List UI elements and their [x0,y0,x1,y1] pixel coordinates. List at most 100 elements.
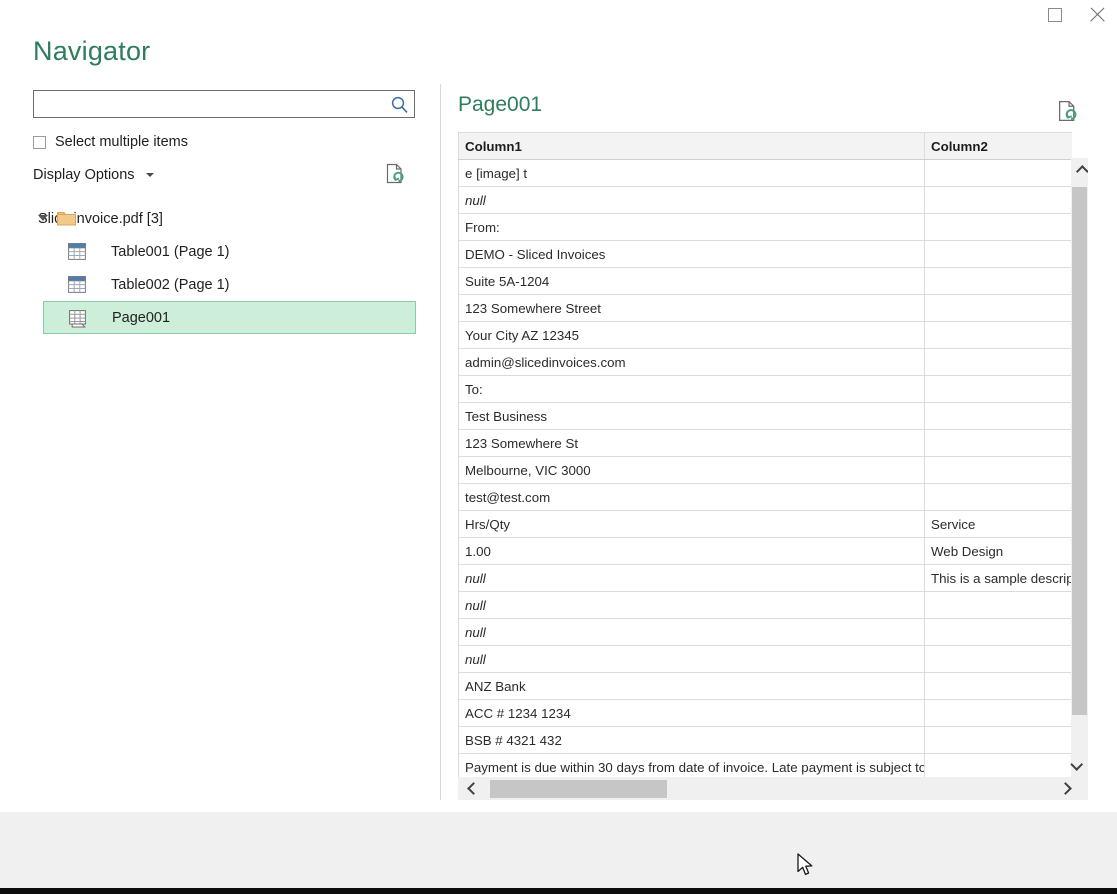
cell-column1[interactable]: From: [459,214,925,241]
scroll-down-button[interactable] [1071,751,1088,777]
cell-column2[interactable] [925,295,1073,322]
table-row[interactable]: Payment is due within 30 days from date … [459,754,1073,778]
cell-column2[interactable] [925,457,1073,484]
cell-column1[interactable]: test@test.com [459,484,925,511]
table-row[interactable]: test@test.com [459,484,1073,511]
cell-column1[interactable]: Payment is due within 30 days from date … [459,754,925,778]
table-row[interactable]: 1.00Web Design [459,538,1073,565]
cell-column2[interactable] [925,592,1073,619]
cell-column1[interactable]: 1.00 [459,538,925,565]
cell-column1[interactable]: Your City AZ 12345 [459,322,925,349]
column-header-column2[interactable]: Column2 [925,133,1073,160]
sidebar-item-table002[interactable]: Table002 (Page 1) [43,268,416,301]
cell-column1[interactable]: BSB # 4321 432 [459,727,925,754]
column-header-column1[interactable]: Column1 [459,133,925,160]
cell-column1[interactable]: null [459,646,925,673]
cell-column2[interactable]: This is a sample description [925,565,1073,592]
select-multiple-items-checkbox[interactable] [33,136,46,149]
cell-column1[interactable]: Test Business [459,403,925,430]
refresh-page-icon[interactable] [1057,100,1079,128]
cell-column1[interactable]: admin@slicedinvoices.com [459,349,925,376]
navigation-tree: Slice invoice.pdf [3] Table001 (Page 1) [0,202,440,334]
search-box[interactable] [33,90,415,118]
cell-column2[interactable] [925,214,1073,241]
table-row[interactable]: BSB # 4321 432 [459,727,1073,754]
scroll-up-button[interactable] [1071,158,1088,184]
cell-column1[interactable]: 123 Somewhere St [459,430,925,457]
cell-column1[interactable]: null [459,592,925,619]
cell-column1[interactable]: To: [459,376,925,403]
table-row[interactable]: Hrs/QtyService [459,511,1073,538]
cell-column2[interactable] [925,403,1073,430]
cell-column2[interactable] [925,160,1073,187]
search-input[interactable] [39,92,384,116]
table-row[interactable]: null [459,187,1073,214]
cell-column2[interactable] [925,268,1073,295]
table-row[interactable]: Melbourne, VIC 3000 [459,457,1073,484]
table-row[interactable]: admin@slicedinvoices.com [459,349,1073,376]
cell-column1[interactable]: Hrs/Qty [459,511,925,538]
tree-root-slice-invoice[interactable]: Slice invoice.pdf [3] [0,202,440,235]
cell-column2[interactable] [925,430,1073,457]
table-row[interactable]: Test Business [459,403,1073,430]
cell-column1[interactable]: null [459,619,925,646]
cell-column2[interactable]: Service [925,511,1073,538]
table-row[interactable]: nullThis is a sample description [459,565,1073,592]
vertical-scrollbar[interactable] [1071,158,1088,777]
table-row[interactable]: ACC # 1234 1234 [459,700,1073,727]
table-row[interactable]: e [image] t [459,160,1073,187]
scroll-right-button[interactable] [1050,777,1080,800]
cell-column1[interactable]: ACC # 1234 1234 [459,700,925,727]
navigator-dialog: Navigator Select multiple items Display … [0,0,1117,894]
cell-column2[interactable] [925,241,1073,268]
select-multiple-items-row[interactable]: Select multiple items [33,131,188,153]
close-button[interactable] [1074,0,1117,30]
cell-column2[interactable] [925,754,1073,778]
select-multiple-items-label: Select multiple items [55,134,188,150]
sidebar-item-label: Table002 (Page 1) [111,277,230,293]
cell-column1[interactable]: ANZ Bank [459,673,925,700]
horizontal-scroll-thumb[interactable] [490,780,667,798]
table-row[interactable]: Suite 5A-1204 [459,268,1073,295]
table-row[interactable]: 123 Somewhere Street [459,295,1073,322]
table-row[interactable]: DEMO - Sliced Invoices [459,241,1073,268]
chevron-down-icon[interactable] [146,173,154,177]
table-row[interactable]: ANZ Bank [459,673,1073,700]
cell-column2[interactable] [925,376,1073,403]
title-bar [0,0,1117,32]
cell-column2[interactable] [925,673,1073,700]
table-row[interactable]: null [459,619,1073,646]
maximize-button[interactable] [1032,0,1078,30]
triangle-expanded-icon[interactable] [38,215,48,221]
refresh-page-icon[interactable] [385,163,406,190]
table-row[interactable]: null [459,592,1073,619]
cell-column2[interactable] [925,646,1073,673]
table-row[interactable]: 123 Somewhere St [459,430,1073,457]
cell-column2[interactable] [925,619,1073,646]
table-row[interactable]: null [459,646,1073,673]
cell-column2[interactable] [925,727,1073,754]
cell-column1[interactable]: null [459,565,925,592]
sidebar-item-label: Table001 (Page 1) [111,244,230,260]
cell-column2[interactable]: Web Design [925,538,1073,565]
cell-column1[interactable]: Melbourne, VIC 3000 [459,457,925,484]
cell-column2[interactable] [925,484,1073,511]
scroll-left-button[interactable] [458,777,488,800]
cell-column1[interactable]: DEMO - Sliced Invoices [459,241,925,268]
horizontal-scrollbar[interactable] [458,777,1088,800]
table-row[interactable]: Your City AZ 12345 [459,322,1073,349]
cell-column1[interactable]: Suite 5A-1204 [459,268,925,295]
cell-column1[interactable]: e [image] t [459,160,925,187]
sidebar-item-table001[interactable]: Table001 (Page 1) [43,235,416,268]
table-row[interactable]: From: [459,214,1073,241]
table-row[interactable]: To: [459,376,1073,403]
cell-column2[interactable] [925,700,1073,727]
cell-column1[interactable]: 123 Somewhere Street [459,295,925,322]
sidebar-item-page001[interactable]: Page001 [43,301,416,334]
vertical-scroll-thumb[interactable] [1072,187,1087,715]
cell-column1[interactable]: null [459,187,925,214]
cell-column2[interactable] [925,349,1073,376]
cell-column2[interactable] [925,187,1073,214]
cell-column2[interactable] [925,322,1073,349]
display-options-label[interactable]: Display Options [33,167,135,183]
